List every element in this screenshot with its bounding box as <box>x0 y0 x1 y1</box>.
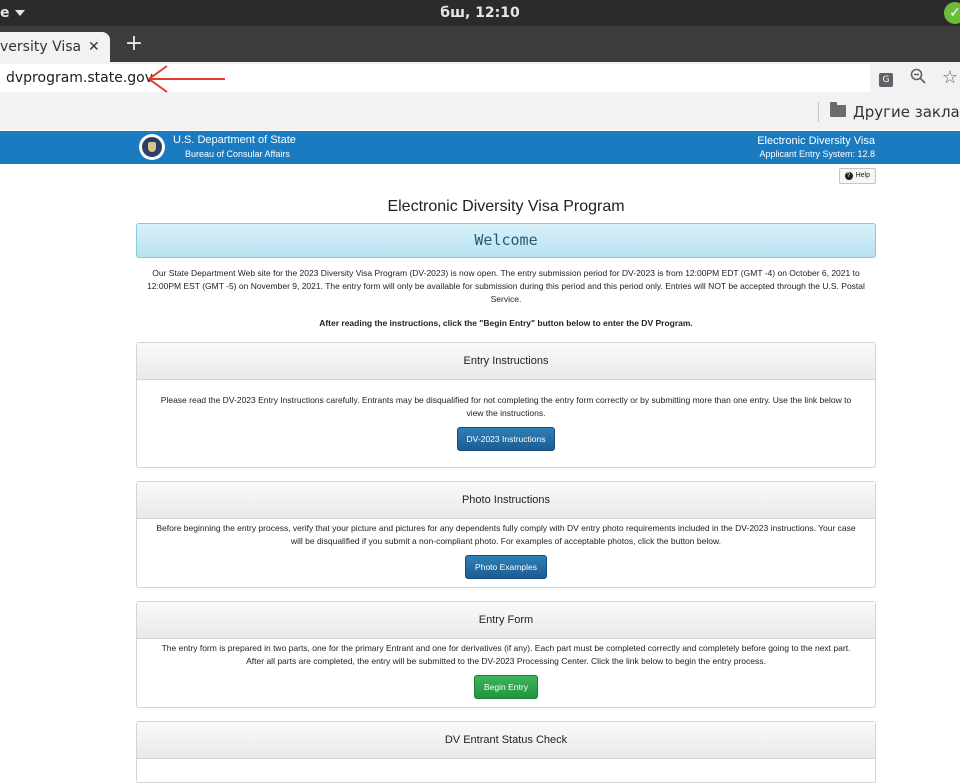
tab-strip: versity Visa P ✕ + <box>0 26 960 62</box>
intro-text: Our State Department Web site for the 20… <box>147 268 865 304</box>
checkmark-status-icon[interactable]: ✓ <box>944 2 960 24</box>
begin-entry-button[interactable]: Begin Entry <box>474 675 538 699</box>
panel-title: Entry Form <box>137 602 875 639</box>
close-icon[interactable]: ✕ <box>88 39 100 55</box>
welcome-banner: Welcome <box>136 223 876 258</box>
os-clock[interactable]: бш, 12:10 <box>0 0 960 26</box>
panel-body: Please read the DV-2023 Entry Instructio… <box>137 380 875 451</box>
begin-instruction-text: After reading the instructions, click th… <box>319 318 693 328</box>
panel-text: The entry form is prepared in two parts,… <box>161 643 851 666</box>
panel-entry-instructions: Entry Instructions Please read the DV-20… <box>136 342 876 468</box>
state-department-seal-icon <box>139 134 165 160</box>
bureau-name: Bureau of Consular Affairs <box>185 149 290 159</box>
site-header: U.S. Department of State Bureau of Consu… <box>0 131 960 164</box>
help-button[interactable]: ? Help <box>838 168 876 184</box>
arrow-left-annotation-icon <box>147 65 225 93</box>
panel-title: Photo Instructions <box>137 482 875 519</box>
os-top-bar: e бш, 12:10 ✓ <box>0 0 960 26</box>
folder-icon <box>830 102 846 117</box>
url-text: dvprogram.state.gov <box>6 70 154 86</box>
new-tab-button[interactable]: + <box>122 32 146 56</box>
bookmarks-bar: Другие заклад <box>0 94 960 130</box>
address-row: dvprogram.state.gov G ☆ <box>0 62 960 94</box>
department-name: U.S. Department of State <box>173 134 296 146</box>
panel-title: Entry Instructions <box>137 343 875 380</box>
browser-tab-active[interactable]: versity Visa P ✕ <box>0 32 110 62</box>
system-version: Applicant Entry System: 12.8 <box>759 149 875 159</box>
page-title: Electronic Diversity Visa Program <box>387 198 625 215</box>
translate-icon[interactable]: G <box>876 68 896 88</box>
panel-body: The entry form is prepared in two parts,… <box>137 639 875 699</box>
url-input[interactable]: dvprogram.state.gov <box>0 64 870 92</box>
panel-entry-form: Entry Form The entry form is prepared in… <box>136 601 876 708</box>
panel-body: Before beginning the entry process, veri… <box>137 519 875 579</box>
panel-text: Please read the DV-2023 Entry Instructio… <box>160 395 852 418</box>
panel-title: DV Entrant Status Check <box>137 722 875 759</box>
system-name: Electronic Diversity Visa <box>757 135 875 147</box>
tab-title: versity Visa P <box>0 39 84 55</box>
dv-instructions-button[interactable]: DV-2023 Instructions <box>456 427 556 451</box>
bookmark-star-icon[interactable]: ☆ <box>940 68 960 88</box>
help-question-icon: ? <box>844 172 853 180</box>
other-bookmarks-folder[interactable]: Другие заклад <box>853 103 960 121</box>
panel-status-check: DV Entrant Status Check <box>136 721 876 783</box>
bookmarks-separator <box>818 102 819 122</box>
photo-examples-button[interactable]: Photo Examples <box>465 555 547 579</box>
panel-photo-instructions: Photo Instructions Before beginning the … <box>136 481 876 588</box>
panel-text: Before beginning the entry process, veri… <box>156 523 856 546</box>
help-label: Help <box>855 172 870 179</box>
zoom-out-icon[interactable] <box>908 68 928 88</box>
